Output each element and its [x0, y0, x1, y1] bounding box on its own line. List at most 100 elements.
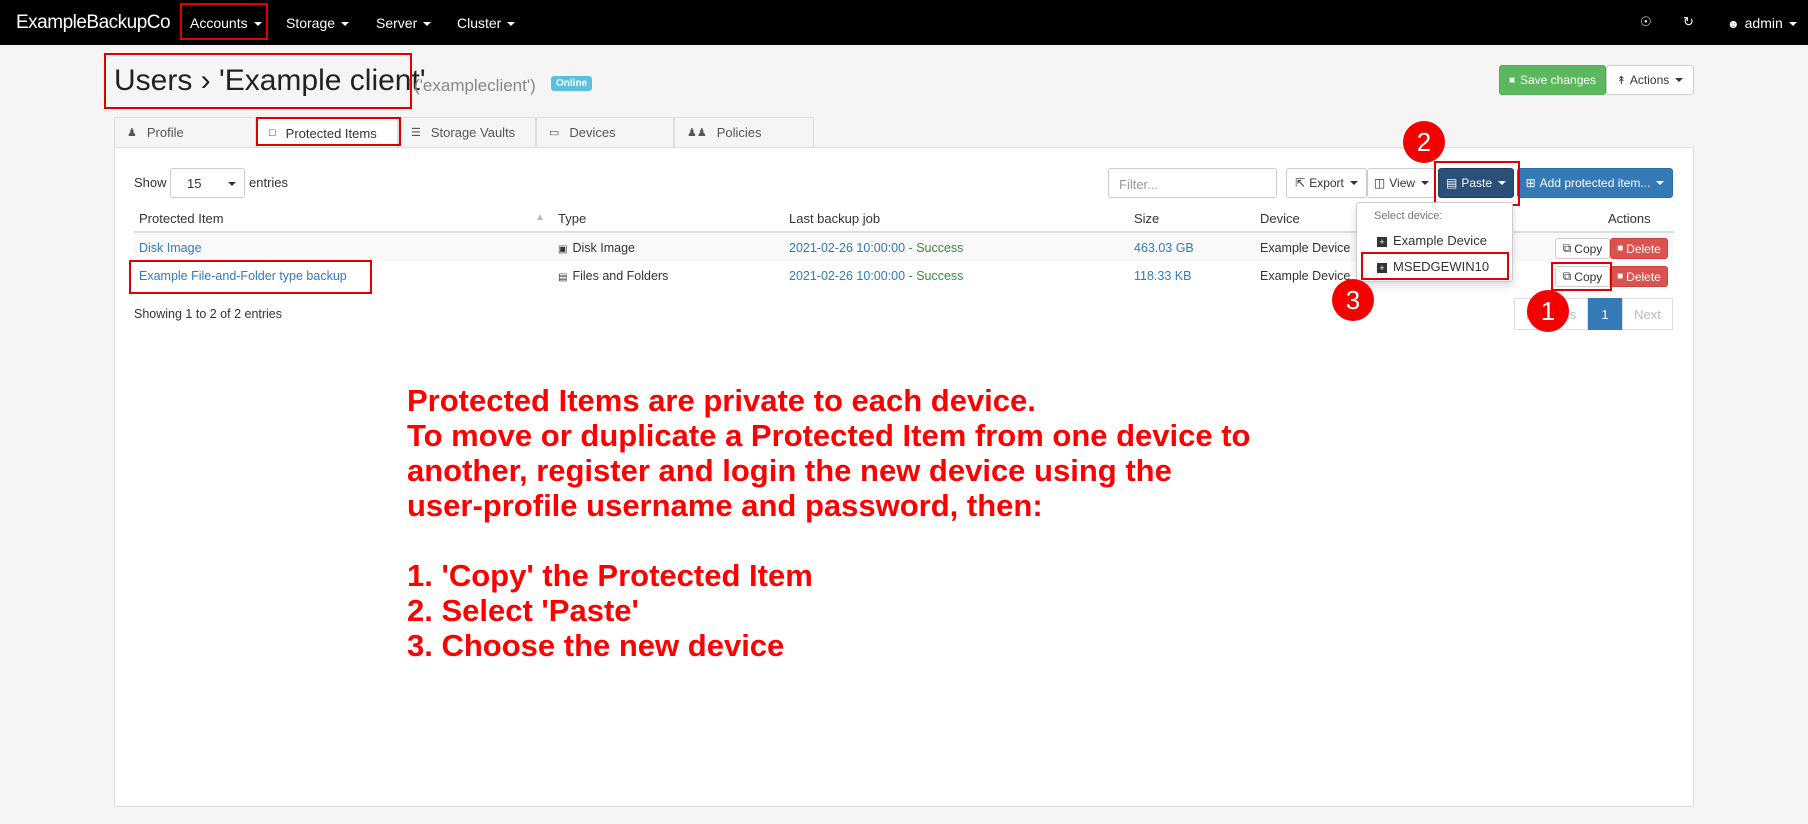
instruction-step: 2. Select 'Paste'	[407, 593, 639, 628]
col-type[interactable]: Type	[558, 211, 586, 226]
page-length-value: 15	[187, 176, 202, 191]
table-info: Showing 1 to 2 of 2 entries	[134, 307, 283, 321]
job-status: Success	[916, 241, 964, 255]
delete-button[interactable]: ■ Delete	[1610, 238, 1668, 259]
database-icon: ☰	[411, 127, 421, 139]
col-last-backup-job[interactable]: Last backup job	[789, 211, 880, 226]
paste-menu-item-example-device[interactable]: + Example Device	[1377, 233, 1487, 248]
delete-button[interactable]: ■ Delete	[1610, 266, 1668, 287]
nav-server[interactable]: Server	[376, 15, 432, 31]
item-type-label: Files and Folders	[572, 269, 669, 283]
user-circle-icon: ☻	[1727, 17, 1740, 31]
page-length-select[interactable]: 15	[170, 168, 245, 198]
tab-devices[interactable]: ▭ Devices	[536, 117, 674, 147]
entries-label: entries	[249, 175, 289, 190]
item-size[interactable]: 118.33 KB	[1134, 269, 1191, 283]
instruction-line: To move or duplicate a Protected Item fr…	[407, 418, 1251, 453]
tab-policies[interactable]: ♟♟ Policies	[674, 117, 814, 147]
refresh-icon[interactable]: ↻	[1683, 14, 1694, 30]
plus-square-icon: +	[1377, 237, 1387, 247]
col-device[interactable]: Device	[1260, 211, 1300, 226]
bolt-icon: ↟	[1616, 74, 1626, 87]
job-separator: -	[905, 269, 917, 283]
globe-icon[interactable]: ☉	[1640, 14, 1652, 30]
copy-icon: ⧉	[1562, 241, 1572, 255]
callout-2: 2	[1403, 121, 1445, 163]
export-label: Export	[1309, 176, 1344, 190]
chevron-down-icon	[1788, 22, 1797, 27]
nav-cluster-label: Cluster	[457, 15, 502, 31]
item-type-label: Disk Image	[572, 241, 635, 255]
last-backup-job[interactable]: 2021-02-26 10:00:00 - Success	[789, 241, 963, 255]
chevron-down-icon	[507, 22, 516, 27]
chevron-down-icon	[1656, 181, 1665, 185]
col-size[interactable]: Size	[1134, 211, 1159, 226]
disk-image-icon: ▣	[558, 244, 568, 255]
delete-label: Delete	[1626, 269, 1661, 284]
item-type: ▤ Files and Folders	[558, 269, 668, 283]
instruction-line: Protected Items are private to each devi…	[407, 383, 1036, 418]
trash-icon: ■	[1617, 243, 1624, 254]
show-label: Show	[134, 175, 167, 190]
delete-label: Delete	[1626, 241, 1661, 256]
user-icon: ♟	[127, 127, 137, 139]
trash-icon: ■	[1617, 271, 1624, 282]
tab-devices-label: Devices	[569, 125, 616, 140]
columns-icon: ◫	[1373, 176, 1386, 190]
export-button[interactable]: ⇱ Export	[1286, 168, 1367, 198]
col-protected-item[interactable]: Protected Item	[139, 211, 224, 226]
instruction-line: another, register and login the new devi…	[407, 453, 1172, 488]
save-icon: ■	[1508, 74, 1515, 86]
nav-cluster[interactable]: Cluster	[457, 15, 516, 31]
file-icon: ▤	[558, 272, 568, 283]
instruction-step: 3. Choose the new device	[407, 628, 785, 663]
instruction-line: user-profile username and password, then…	[407, 488, 1043, 523]
status-badge: Online	[551, 76, 593, 91]
chevron-down-icon	[1349, 181, 1358, 185]
plus-square-icon: ⊞	[1525, 176, 1536, 190]
pagination-page-1[interactable]: 1	[1588, 298, 1622, 330]
paste-menu-header: Select device:	[1374, 210, 1443, 222]
sort-asc-icon[interactable]: ▲	[535, 212, 545, 223]
save-changes-button[interactable]: ■ Save changes	[1499, 65, 1606, 95]
annotation-box-copy	[1551, 262, 1612, 291]
instruction-step: 1. 'Copy' the Protected Item	[407, 558, 813, 593]
callout-3: 3	[1332, 279, 1374, 321]
view-button[interactable]: ◫ View	[1367, 168, 1436, 198]
chevron-down-icon	[341, 22, 350, 27]
tab-profile[interactable]: ♟ Profile	[114, 117, 256, 147]
nav-storage-label: Storage	[286, 15, 336, 31]
tab-policies-label: Policies	[716, 125, 762, 140]
users-icon: ♟♟	[687, 127, 707, 139]
copy-button[interactable]: ⧉ Copy	[1555, 238, 1610, 259]
callout-1: 1	[1527, 290, 1569, 332]
filter-input[interactable]: Filter...	[1108, 168, 1277, 198]
top-navbar: ExampleBackupCo Accounts Storage Server …	[0, 0, 1808, 45]
tab-storage-vaults-label: Storage Vaults	[430, 125, 516, 140]
add-protected-item-label: Add protected item...	[1539, 176, 1651, 190]
annotation-box-file-folder-item	[129, 260, 372, 294]
protected-item-link[interactable]: Disk Image	[139, 241, 202, 255]
annotation-box-msedgewin10	[1361, 252, 1509, 280]
col-actions: Actions	[1608, 211, 1651, 226]
item-type: ▣ Disk Image	[558, 241, 635, 255]
item-device: Example Device	[1260, 241, 1351, 255]
item-size[interactable]: 463.03 GB	[1134, 241, 1194, 255]
nav-storage[interactable]: Storage	[286, 15, 350, 31]
export-icon: ⇱	[1295, 176, 1306, 190]
chevron-down-icon	[228, 182, 236, 186]
chevron-down-icon	[423, 22, 432, 27]
job-time: 2021-02-26 10:00:00	[789, 241, 906, 255]
brand-logo[interactable]: ExampleBackupCo	[16, 12, 171, 34]
last-backup-job[interactable]: 2021-02-26 10:00:00 - Success	[789, 269, 963, 283]
nav-user-menu[interactable]: ☻ admin	[1727, 15, 1797, 31]
pagination-next[interactable]: Next	[1622, 298, 1673, 330]
copy-label: Copy	[1574, 241, 1603, 256]
nav-user-label: admin	[1744, 15, 1783, 31]
annotation-box-accounts	[180, 3, 268, 40]
add-protected-item-button[interactable]: ⊞ Add protected item...	[1517, 168, 1673, 198]
tab-storage-vaults[interactable]: ☰ Storage Vaults	[398, 117, 536, 147]
actions-button[interactable]: ↟ Actions	[1606, 65, 1694, 95]
job-time: 2021-02-26 10:00:00	[789, 269, 906, 283]
nav-server-label: Server	[376, 15, 418, 31]
